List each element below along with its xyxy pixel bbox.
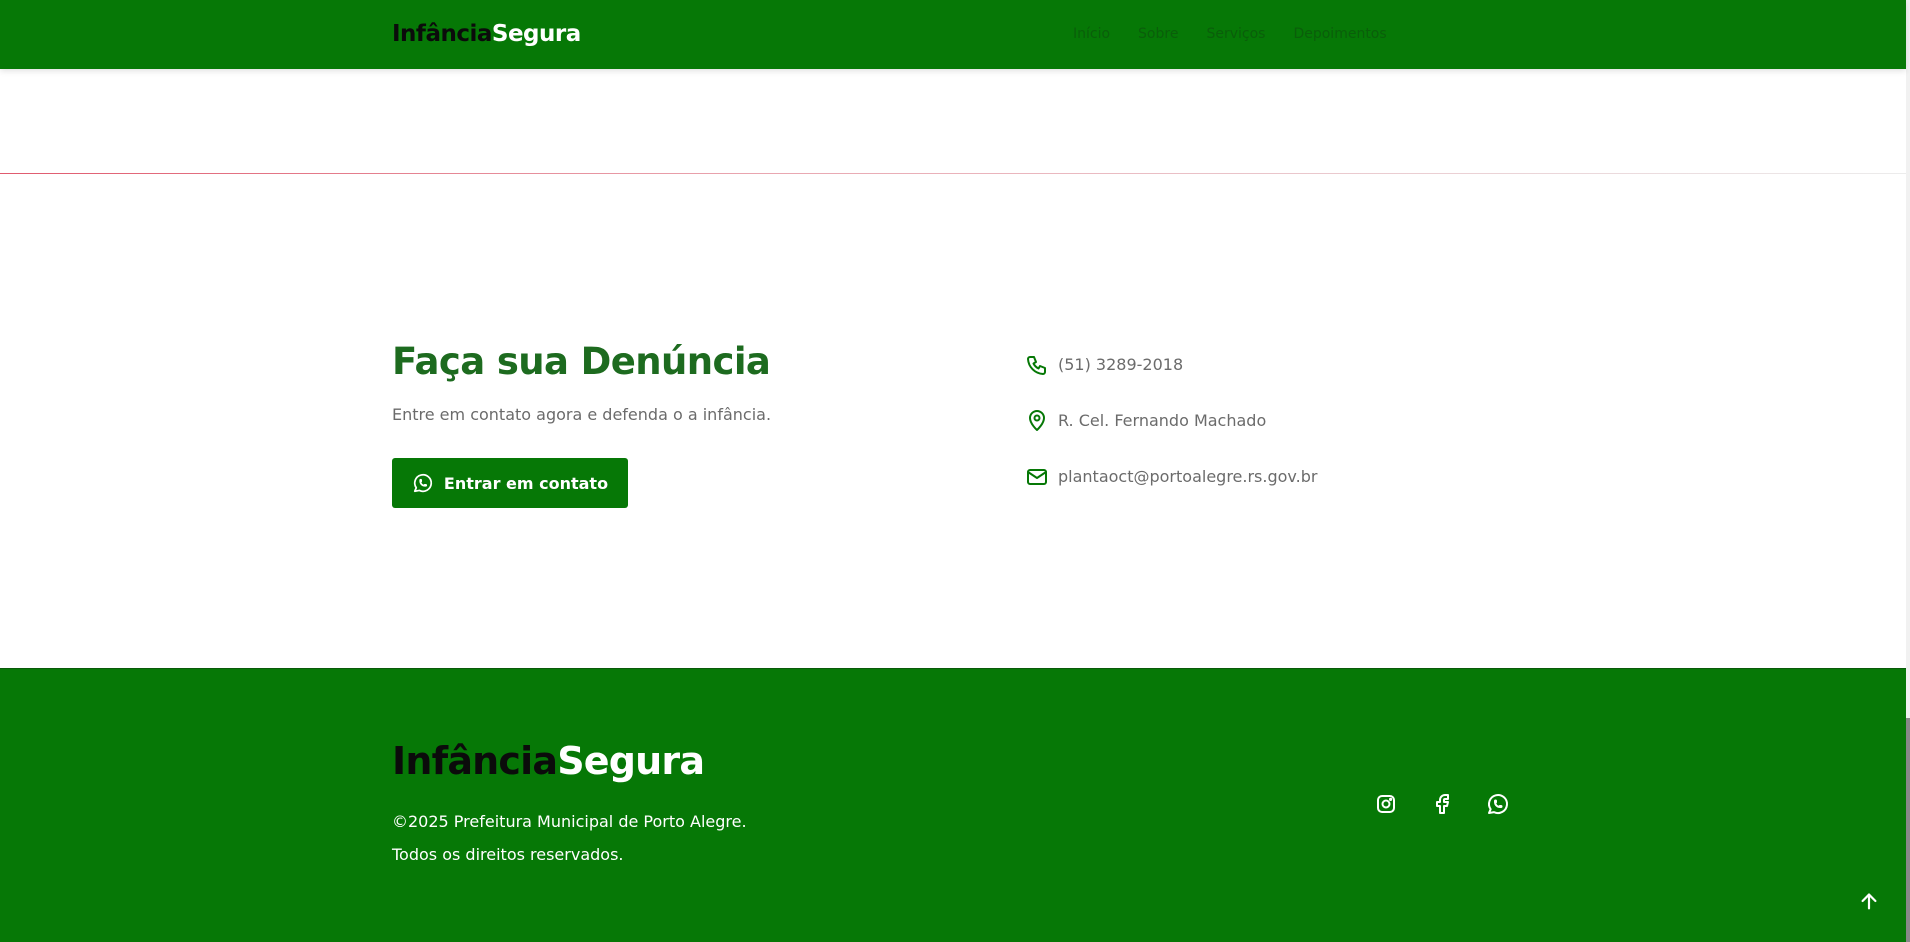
whatsapp-icon [412,472,434,494]
copyright-text: ©2025 Prefeitura Municipal de Porto Aleg… [392,812,747,831]
footer-logo-dark-part: Infância [392,739,558,783]
page-scrollbar[interactable] [1906,0,1910,942]
arrow-up-icon [1858,890,1880,916]
phone-icon [1024,352,1050,378]
mail-icon [1024,464,1050,490]
contact-title: Faça sua Denúncia [392,340,771,383]
header-logo[interactable]: InfânciaSegura [392,20,581,48]
contact-button-label: Entrar em contato [443,473,609,493]
facebook-icon[interactable] [1430,792,1454,816]
email-text: plantaoct@portoalegre.rs.gov.br [1058,467,1318,486]
map-pin-icon [1024,408,1050,434]
back-to-top-button[interactable] [1857,891,1881,915]
info-phone: (51) 3289-2018 [1024,350,1317,380]
site-footer: InfânciaSegura ©2025 Prefeitura Municipa… [0,668,1906,942]
whatsapp-icon[interactable] [1486,792,1510,816]
site-header: InfânciaSegura Início Sobre Serviços Dep… [0,0,1906,69]
contact-subtitle: Entre em contato agora e defenda o a inf… [392,405,772,424]
logo-light-part: Segura [491,21,581,47]
info-email: plantaoct@portoalegre.rs.gov.br [1024,462,1317,492]
previous-section-bottom [0,69,1906,173]
nav-link-servicos[interactable]: Serviços [1206,24,1265,44]
main-nav: Início Sobre Serviços Depoimentos [1073,24,1415,44]
contact-section: Faça sua Denúncia Entre em contato agora… [0,174,1906,668]
contact-button[interactable]: Entrar em contato [392,458,628,508]
rights-text: Todos os direitos reservados. [392,845,624,864]
nav-link-sobre[interactable]: Sobre [1138,24,1178,44]
contact-info-list: (51) 3289-2018 R. Cel. Fernando Machado … [1024,350,1317,518]
scrollbar-thumb[interactable] [1906,718,1910,942]
social-links [1374,792,1510,816]
address-text: R. Cel. Fernando Machado [1058,411,1267,430]
instagram-icon[interactable] [1374,792,1398,816]
logo-dark-part: Infância [392,21,492,47]
footer-logo[interactable]: InfânciaSegura [392,737,705,785]
footer-logo-light-part: Segura [557,739,705,783]
nav-link-inicio[interactable]: Início [1073,24,1110,44]
info-address: R. Cel. Fernando Machado [1024,406,1317,436]
nav-link-depoimentos[interactable]: Depoimentos [1293,24,1386,44]
phone-number: (51) 3289-2018 [1058,355,1184,374]
